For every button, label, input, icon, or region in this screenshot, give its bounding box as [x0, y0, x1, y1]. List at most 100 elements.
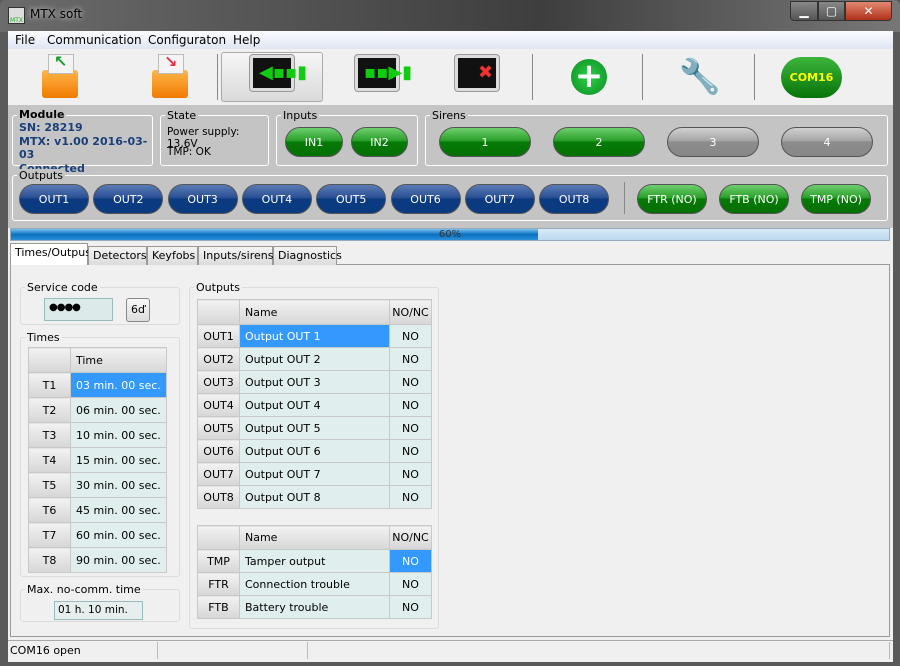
add-button[interactable]: + [549, 52, 629, 102]
name-header: Name [239, 299, 390, 325]
max-nocomm-input[interactable]: 01 h. 10 min. [54, 601, 143, 620]
output-name[interactable]: Connection trouble [239, 572, 390, 596]
output-name[interactable]: Output OUT 2 [239, 347, 390, 371]
table-row[interactable]: OUT7 Output OUT 7 NO [197, 462, 432, 486]
reveal-code-button[interactable]: 6ď [126, 298, 150, 322]
times-row[interactable]: T3 10 min. 00 sec. [28, 422, 167, 448]
table-row[interactable]: FTB Battery trouble NO [197, 595, 432, 619]
time-value[interactable]: 15 min. 00 sec. [70, 447, 167, 473]
disconnect-icon: ✖ [455, 55, 499, 91]
tab-diagnostics[interactable]: Diagnostics [273, 246, 342, 265]
table-row[interactable]: OUT2 Output OUT 2 NO [197, 347, 432, 371]
toolbar-separator [642, 54, 643, 100]
menu-configuration[interactable]: Configuraton [148, 33, 226, 47]
settings-button[interactable]: 🔧 [660, 52, 740, 102]
open-file-button[interactable]: ↖ [20, 52, 100, 102]
nonc-header: NO/NC [389, 299, 432, 325]
output-name[interactable]: Output OUT 4 [239, 393, 390, 417]
output-button-4[interactable]: OUT4 [241, 184, 312, 214]
output-name[interactable]: Tamper output [239, 549, 390, 573]
disconnect-button[interactable]: ✖ [437, 52, 517, 102]
output-button-3[interactable]: OUT3 [167, 184, 238, 214]
table-row[interactable]: OUT6 Output OUT 6 NO [197, 439, 432, 463]
output-name[interactable]: Battery trouble [239, 595, 390, 619]
table-row[interactable]: OUT4 Output OUT 4 NO [197, 393, 432, 417]
tab-keyfobs[interactable]: Keyfobs [147, 246, 198, 265]
com-port-button[interactable]: COM16 [781, 57, 842, 98]
siren-2[interactable]: 2 [553, 127, 645, 157]
siren-4[interactable]: 4 [781, 127, 873, 157]
siren-1[interactable]: 1 [439, 127, 531, 157]
output-nonc[interactable]: NO [389, 347, 432, 371]
output-name[interactable]: Output OUT 8 [239, 485, 390, 509]
times-row[interactable]: T5 30 min. 00 sec. [28, 472, 167, 498]
siren-3[interactable]: 3 [667, 127, 759, 157]
input-in2[interactable]: IN2 [351, 127, 408, 157]
time-header: Time [70, 347, 167, 373]
times-row[interactable]: T1 03 min. 00 sec. [28, 372, 167, 398]
time-id: T2 [28, 397, 71, 423]
output-nonc[interactable]: NO [389, 549, 432, 573]
times-row[interactable]: T4 15 min. 00 sec. [28, 447, 167, 473]
outputs-bar-group: Outputs OUT1 OUT2 OUT3 OUT4 OUT5 OUT6 OUT7 OUT8… [12, 169, 888, 221]
time-value[interactable]: 60 min. 00 sec. [70, 522, 167, 548]
minimize-button[interactable]: ▁ [790, 1, 818, 21]
output-name[interactable]: Output OUT 7 [239, 462, 390, 486]
output-name[interactable]: Output OUT 1 [239, 324, 390, 348]
output-nonc[interactable]: NO [389, 416, 432, 440]
output-nonc[interactable]: NO [389, 595, 432, 619]
service-code-input[interactable]: ●●●● [44, 298, 113, 321]
output-nonc[interactable]: NO [389, 324, 432, 348]
times-row[interactable]: T6 45 min. 00 sec. [28, 497, 167, 523]
output-name[interactable]: Output OUT 6 [239, 439, 390, 463]
times-row[interactable]: T2 06 min. 00 sec. [28, 397, 167, 423]
time-value[interactable]: 30 min. 00 sec. [70, 472, 167, 498]
time-value[interactable]: 03 min. 00 sec. [70, 372, 167, 398]
times-row[interactable]: T7 60 min. 00 sec. [28, 522, 167, 548]
menu-help[interactable]: Help [233, 33, 260, 47]
save-file-button[interactable]: ↘ [130, 52, 210, 102]
menu-communication[interactable]: Communication [47, 33, 142, 47]
table-row[interactable]: OUT3 Output OUT 3 NO [197, 370, 432, 394]
output-button-7[interactable]: OUT7 [464, 184, 535, 214]
app-logo-icon: MTX [8, 7, 25, 24]
table-row[interactable]: OUT1 Output OUT 1 NO [197, 324, 432, 348]
table-row[interactable]: FTR Connection trouble NO [197, 572, 432, 596]
time-value[interactable]: 10 min. 00 sec. [70, 422, 167, 448]
output-nonc[interactable]: NO [389, 485, 432, 509]
tab-inputs-sirens[interactable]: Inputs/sirens [198, 246, 273, 265]
table-row[interactable]: OUT8 Output OUT 8 NO [197, 485, 432, 509]
status-cell-3 [308, 642, 890, 659]
output-nonc[interactable]: NO [389, 370, 432, 394]
menu-file[interactable]: File [15, 33, 35, 47]
tab-detectors[interactable]: Detectors [88, 246, 147, 265]
row-id: OUT6 [197, 439, 240, 463]
time-value[interactable]: 06 min. 00 sec. [70, 397, 167, 423]
write-to-device-button[interactable]: ▪▪▶▮ [337, 52, 417, 102]
tab-times-outputs[interactable]: Times/Outpus [10, 243, 91, 265]
table-row[interactable]: TMP Tamper output NO [197, 549, 432, 573]
read-from-device-button[interactable]: ◀▪▪▮ [221, 52, 323, 102]
status-ftb[interactable]: FTB (NO) [719, 184, 789, 214]
output-button-8[interactable]: OUT8 [539, 184, 610, 214]
maximize-button[interactable]: ▢ [818, 1, 845, 21]
status-tmp[interactable]: TMP (NO) [801, 184, 871, 214]
times-row[interactable]: T8 90 min. 00 sec. [28, 547, 167, 573]
write-to-device-icon: ▪▪▶▮ [355, 55, 412, 91]
output-nonc[interactable]: NO [389, 462, 432, 486]
time-value[interactable]: 90 min. 00 sec. [70, 547, 167, 573]
close-button[interactable]: ✕ [845, 1, 892, 21]
time-value[interactable]: 45 min. 00 sec. [70, 497, 167, 523]
output-button-6[interactable]: OUT6 [390, 184, 461, 214]
output-button-5[interactable]: OUT5 [316, 184, 387, 214]
input-in1[interactable]: IN1 [285, 127, 343, 157]
output-name[interactable]: Output OUT 3 [239, 370, 390, 394]
output-button-1[interactable]: OUT1 [19, 184, 89, 214]
output-nonc[interactable]: NO [389, 439, 432, 463]
output-name[interactable]: Output OUT 5 [239, 416, 390, 440]
output-button-2[interactable]: OUT2 [93, 184, 164, 214]
table-row[interactable]: OUT5 Output OUT 5 NO [197, 416, 432, 440]
output-nonc[interactable]: NO [389, 393, 432, 417]
output-nonc[interactable]: NO [389, 572, 432, 596]
status-ftr[interactable]: FTR (NO) [637, 184, 707, 214]
